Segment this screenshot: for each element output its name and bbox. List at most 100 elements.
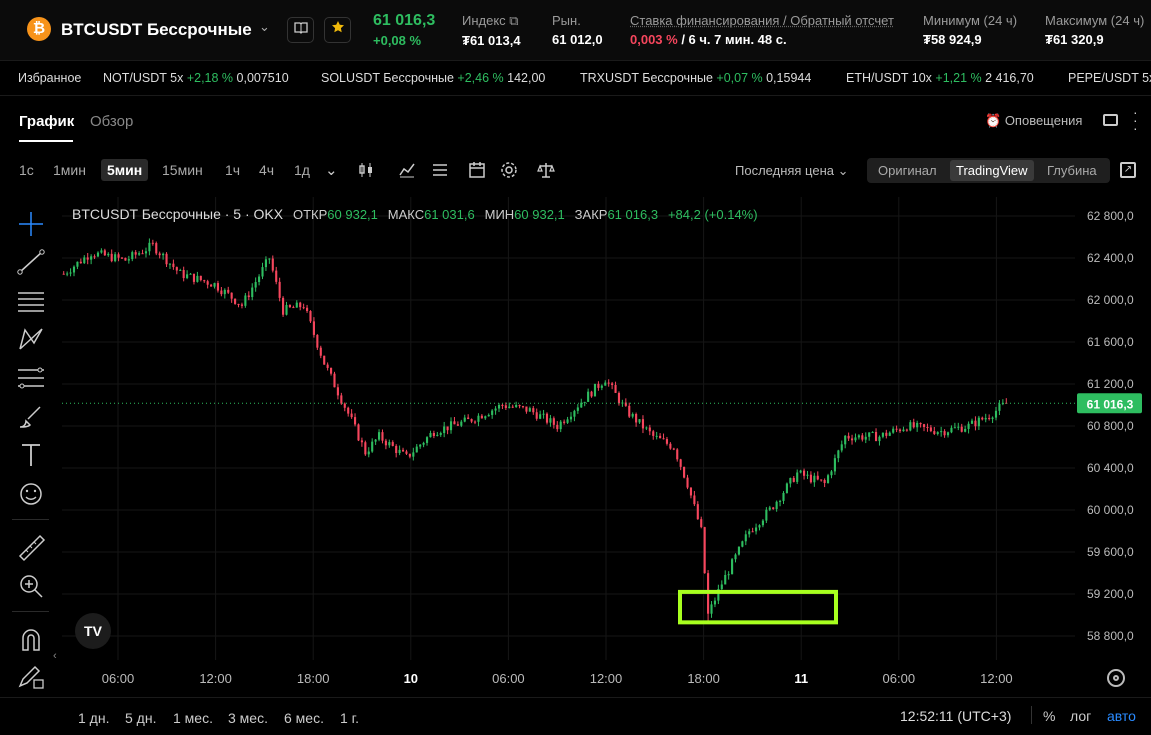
time-axis[interactable]: 06:00 12:00 18:00 10 06:00 12:00 18:00 11 06:00 1… [102,671,1013,686]
price-type-select[interactable]: Последняя цена ⌄ [735,163,849,179]
candle-body [573,410,576,417]
book-icon[interactable] [287,17,314,43]
candle-body [641,419,645,429]
candle-body [353,417,357,425]
candle-body [381,432,384,441]
favorite-name: ETH/USDT 10x [846,71,932,85]
funding-stat[interactable]: Ставка финансирования / Обратный отсчет … [630,13,894,47]
candle-body [686,477,689,488]
chevron-down-icon[interactable]: ⌄ [325,161,338,179]
candle-body [395,445,398,454]
candle-body [186,274,189,279]
candle-body [648,427,651,432]
range-1y[interactable]: 1 г. [340,710,359,726]
candle-body [162,253,165,256]
price-tick-label: 61 200,0 [1087,377,1134,391]
chevron-down-icon[interactable]: ⌄ [259,19,270,35]
candle-body [806,474,809,476]
auto-scale-toggle[interactable]: авто [1107,708,1136,724]
candle-body [761,520,764,526]
candle-type-icon[interactable] [357,161,375,183]
candles-group [62,238,1008,623]
candle-body [731,559,734,575]
low-24h-label: Минимум (24 ч) [923,13,1018,28]
candle-body [419,444,422,447]
price-chart[interactable]: 61 016,3 62 800,0 62 400,0 62 000,0 61 600,… [0,195,1151,695]
candle-body [617,392,621,404]
favorite-price: 142,00 [507,71,546,85]
favorite-item[interactable]: SOLUSDT Бессрочные +2,46 % 142,00 [321,71,545,85]
timeframe-4h[interactable]: 4ч [259,162,274,178]
favorite-name: TRXUSDT Бессрочные [580,71,713,85]
candle-body [456,424,459,426]
candle-body [765,509,768,521]
candle-body [196,275,199,282]
chart-legend: BTCUSDT Бессрочные · 5 · OKX ОТКР60 932,… [72,206,758,222]
price-tick-label: 60 800,0 [1087,419,1134,433]
view-tradingview[interactable]: TradingView [950,160,1034,181]
tradingview-logo-icon[interactable]: TV [75,613,111,649]
favorite-name: PEPE/USDT 5x [1068,71,1151,85]
candle-body [905,429,908,431]
timeframe-1d[interactable]: 1д [294,162,310,178]
candle-body [453,421,456,425]
candle-body [977,417,980,427]
clock-timezone[interactable]: 12:52:11 (UTC+3) [900,708,1011,724]
candle-body [422,442,425,445]
candle-body [467,417,470,420]
pair-selector[interactable]: BTCUSDT Бессрочные [61,20,252,40]
log-scale-toggle[interactable]: лог [1070,708,1091,724]
range-3m[interactable]: 3 мес. [228,710,268,726]
chart-settings-icon[interactable] [1107,669,1125,687]
time-tick-label: 18:00 [297,671,330,686]
list-icon[interactable] [431,161,449,183]
tab-chart[interactable]: График [19,113,74,130]
candle-body [857,435,860,438]
chevron-left-icon[interactable]: ‹ [53,650,57,662]
favorite-item[interactable]: NOT/USDT 5x +2,18 % 0,007510 [103,71,289,85]
candle-body [299,302,302,308]
candle-body [823,480,826,483]
calendar-icon[interactable] [468,161,486,183]
scale-icon[interactable] [537,161,555,183]
favorite-item[interactable]: PEPE/USDT 5x [1068,71,1151,85]
range-5d[interactable]: 5 дн. [125,710,156,726]
more-vertical-icon[interactable]: · · · [1133,105,1138,135]
indicators-icon[interactable] [398,161,416,183]
favorite-item[interactable]: TRXUSDT Бессрочные +0,07 % 0,15944 [580,71,811,85]
tab-overview[interactable]: Обзор [90,113,133,130]
candle-body [117,254,120,258]
external-link-icon[interactable]: ⧉ [509,13,518,28]
percent-scale-toggle[interactable]: % [1043,708,1055,724]
candle-body [114,254,117,262]
view-depth[interactable]: Глубина [1047,163,1097,178]
candle-body [227,289,230,293]
gear-icon[interactable] [500,161,518,183]
timeframe-1m[interactable]: 1мин [53,162,86,178]
candle-body [967,423,970,429]
view-original[interactable]: Оригинал [878,163,937,178]
timeframe-1h[interactable]: 1ч [225,162,240,178]
candle-body [247,295,250,298]
candle-body [285,304,288,315]
alerts-button[interactable]: ⏰ Оповещения [985,113,1082,129]
expand-icon[interactable]: ↗ [1120,162,1136,178]
candle-body [600,385,603,388]
price-axis[interactable]: 62 800,0 62 400,0 62 000,0 61 600,0 61 200,0… [1087,209,1134,643]
range-1d[interactable]: 1 дн. [78,710,109,726]
window-icon[interactable] [1103,114,1118,126]
time-tick-label: 12:00 [590,671,623,686]
timeframe-15m[interactable]: 15мин [162,162,203,178]
favorite-star-icon[interactable] [324,17,351,43]
favorites-label[interactable]: Избранное [18,71,81,85]
candle-body [425,437,429,443]
range-6m[interactable]: 6 мес. [284,710,324,726]
funding-rate: 0,003 % [630,32,678,47]
candle-body [768,507,771,510]
favorite-name: SOLUSDT Бессрочные [321,71,454,85]
timeframe-5m[interactable]: 5мин [101,159,149,181]
favorite-item[interactable]: ETH/USDT 10x +1,21 % 2 416,70 [846,71,1034,85]
candle-body [480,415,483,419]
timeframe-1s[interactable]: 1с [19,162,34,178]
range-1m[interactable]: 1 мес. [173,710,213,726]
